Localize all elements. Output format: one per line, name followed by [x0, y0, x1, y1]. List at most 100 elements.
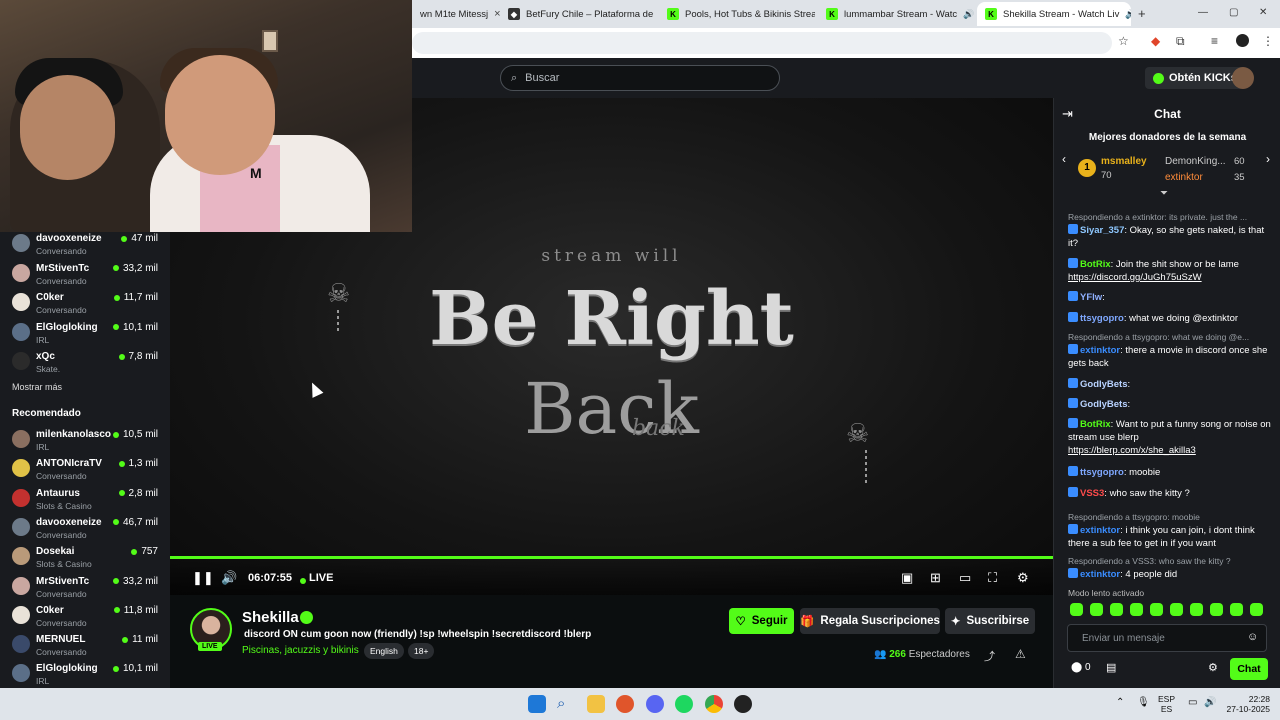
progress-bar[interactable] — [170, 556, 1053, 559]
media-control-icon[interactable]: ≡ — [1211, 34, 1218, 48]
subscribe-button[interactable]: ✦ Suscribirse — [945, 608, 1035, 634]
microphone-icon[interactable]: 🎙 — [1137, 697, 1150, 708]
chat-username[interactable]: extinktor — [1080, 345, 1120, 356]
chat-username[interactable]: ttsygopro — [1080, 313, 1124, 324]
tray-chevron-icon[interactable]: ⌃ — [1116, 697, 1124, 708]
sidebar-channel-milenkanolasco[interactable]: milenkanolasco IRL 10,5 mil — [0, 426, 170, 455]
stream-category[interactable]: Piscinas, jacuzzis y bikinis — [242, 645, 359, 656]
follow-button[interactable]: ♡ Seguir — [729, 608, 794, 634]
send-chat-button[interactable]: Chat — [1230, 658, 1268, 680]
extension-icon[interactable]: ◆ — [1151, 34, 1160, 48]
sidebar-channel-mernuel[interactable]: MERNUEL Conversando 11 mil — [0, 631, 170, 660]
share-icon[interactable]: ⤴ — [984, 648, 995, 664]
tab-shekilla[interactable]: K Shekilla Stream - Watch Liv 🔊 × — [977, 2, 1131, 26]
points-display[interactable]: ⬤ 0 — [1071, 662, 1091, 673]
sidebar-channel-davooxeneize[interactable]: davooxeneize Conversando 46,7 mil — [0, 514, 170, 543]
clip-icon[interactable]: ⊞ — [930, 570, 941, 586]
sidebar-channel-mrstiventc[interactable]: MrStivenTc Conversando 33,2 mil — [0, 573, 170, 602]
minimize-button[interactable]: — — [1198, 7, 1208, 18]
search-icon[interactable]: ⌕ — [557, 695, 575, 713]
sidebar-channel-c0ker[interactable]: C0ker Conversando 11,8 mil — [0, 602, 170, 631]
chat-username[interactable]: extinktor — [1080, 525, 1120, 536]
chat-reply-context[interactable]: Respondiendo a ttsygopro: moobie — [1068, 512, 1273, 522]
chat-settings-icon[interactable]: ⚙ — [1208, 661, 1218, 674]
sidebar-channel-dosekai[interactable]: Dosekai Slots & Casino 757 — [0, 543, 170, 572]
expand-donors-icon[interactable]: ⏷ — [1160, 188, 1168, 199]
chat-reply-context[interactable]: Respondiendo a VSS3: who saw the kitty ? — [1068, 556, 1273, 566]
tab-lummambar[interactable]: K lummambar Stream - Watc 🔊 × — [818, 2, 974, 26]
emote-icon[interactable] — [1250, 603, 1263, 616]
emote-icon[interactable] — [1130, 603, 1143, 616]
store-icon[interactable]: ▤ — [1106, 661, 1116, 674]
chat-username[interactable]: BotRix — [1080, 259, 1111, 270]
chat-username[interactable]: ttsygopro — [1080, 467, 1124, 478]
spotify-icon[interactable] — [675, 695, 693, 713]
emote-icon[interactable] — [1070, 603, 1083, 616]
volume-icon[interactable]: 🔊 — [1204, 697, 1216, 708]
emote-icon[interactable] — [1230, 603, 1243, 616]
emote-icon[interactable] — [1110, 603, 1123, 616]
tab-betfury[interactable]: ◆ BetFury Chile – Plataforma de c × — [500, 2, 656, 26]
app-icon[interactable] — [734, 695, 752, 713]
chat-reply-context[interactable]: Respondiendo a ttsygopro: what we doing … — [1068, 332, 1273, 342]
emote-icon[interactable] — [1090, 603, 1103, 616]
maximize-button[interactable]: ▢ — [1229, 7, 1238, 18]
profile-icon[interactable] — [1236, 34, 1249, 47]
chat-message-input[interactable]: Enviar un mensaje — [1067, 624, 1267, 652]
clock[interactable]: 22:28 27-10-2025 — [1224, 694, 1270, 714]
get-kicks-button[interactable]: Obtén KICKs — [1145, 67, 1245, 89]
chat-username[interactable]: GodlyBets — [1080, 399, 1128, 410]
emoji-picker-icon[interactable]: ☺ — [1247, 631, 1258, 643]
tag-18plus[interactable]: 18+ — [408, 643, 435, 659]
sidebar-channel-c0ker[interactable]: C0ker Conversando 11,7 mil — [0, 289, 170, 318]
donors-next-icon[interactable]: › — [1266, 152, 1270, 166]
network-icon[interactable]: ▭ — [1188, 697, 1197, 708]
chat-username[interactable]: VSS3 — [1080, 488, 1104, 499]
new-tab-button[interactable]: + — [1138, 6, 1146, 21]
windows-start-icon[interactable] — [528, 695, 546, 713]
sidebar-channel-xqc[interactable]: xQc Skate. 7,8 mil — [0, 348, 170, 377]
chat-link[interactable]: https://blerp.com/x/she_akilla3 — [1068, 445, 1196, 456]
chat-link[interactable]: https://discord.gg/JuGh75uSzW — [1068, 272, 1202, 283]
volume-icon[interactable]: 🔊 — [221, 570, 237, 586]
bookmark-star-icon[interactable]: ☆ — [1118, 34, 1129, 48]
theater-mode-icon[interactable]: ▣ — [901, 570, 913, 586]
user-avatar[interactable] — [1232, 67, 1254, 89]
miniplayer-icon[interactable]: ▭ — [959, 570, 971, 586]
emote-icon[interactable] — [1210, 603, 1223, 616]
sidebar-channel-antonicratv[interactable]: ANTONIcraTV Conversando 1,3 mil — [0, 455, 170, 484]
tag-english[interactable]: English — [364, 643, 404, 659]
close-window-button[interactable]: ✕ — [1259, 7, 1267, 18]
chat-username[interactable]: Siyar_357 — [1080, 225, 1124, 236]
tab-mitessj[interactable]: wn M1te Mitessj × — [412, 2, 500, 26]
report-icon[interactable]: ⚠ — [1015, 647, 1026, 661]
sidebar-channel-elglogloking[interactable]: ElGlogloking IRL 10,1 mil — [0, 319, 170, 348]
file-explorer-icon[interactable] — [587, 695, 605, 713]
sidebar-channel-antaurus[interactable]: Antaurus Slots & Casino 2,8 mil — [0, 485, 170, 514]
sidebar-channel-elglogloking[interactable]: ElGlogloking IRL 10,1 mil — [0, 660, 170, 689]
address-input[interactable] — [412, 32, 1112, 54]
settings-gear-icon[interactable]: ⚙ — [1017, 570, 1029, 586]
discord-icon[interactable] — [646, 695, 664, 713]
chat-username[interactable]: BotRix — [1080, 419, 1111, 430]
sidebar-channel-mrstiventc[interactable]: MrStivenTc Conversando 33,2 mil — [0, 260, 170, 289]
fullscreen-icon[interactable]: ⛶ — [988, 570, 997, 586]
gift-subs-button[interactable]: 🎁 Regala Suscripciones — [800, 608, 940, 634]
show-more-link[interactable]: Mostrar más — [12, 382, 62, 392]
chat-reply-context[interactable]: Respondiendo a extinktor: its private. j… — [1068, 212, 1273, 222]
donors-prev-icon[interactable]: ‹ — [1062, 152, 1066, 166]
chat-username[interactable]: GodlyBets — [1080, 379, 1128, 390]
emote-icon[interactable] — [1170, 603, 1183, 616]
chat-username[interactable]: YFlw — [1080, 292, 1102, 303]
search-input[interactable]: ⌕ Buscar — [500, 65, 780, 91]
emote-icon[interactable] — [1150, 603, 1163, 616]
tab-pools[interactable]: K Pools, Hot Tubs & Bikinis Strea × — [659, 2, 815, 26]
app-icon[interactable] — [616, 695, 634, 713]
browser-menu-icon[interactable]: ⋮ — [1262, 34, 1274, 48]
chrome-icon[interactable] — [705, 695, 723, 713]
pause-icon[interactable]: ❚❚ — [192, 570, 214, 586]
language-indicator[interactable]: ESP ES — [1158, 694, 1175, 714]
emote-icon[interactable] — [1190, 603, 1203, 616]
sidebar-channel-davooxeneize[interactable]: davooxeneize Conversando 47 mil — [0, 230, 170, 259]
channel-name[interactable]: Shekilla — [242, 609, 299, 626]
